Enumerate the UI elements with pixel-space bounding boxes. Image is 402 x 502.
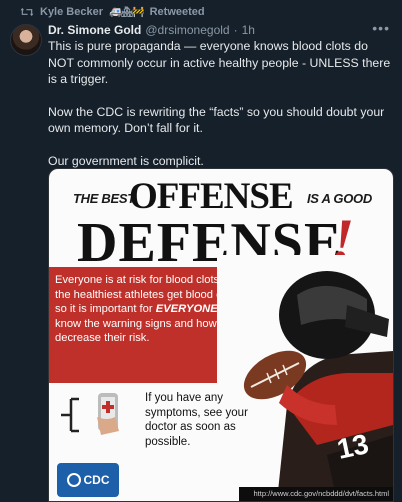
tweet-body: This is pure propaganda — everyone knows… xyxy=(48,38,394,185)
jersey-number: 13 xyxy=(334,428,371,465)
retweet-context: Kyle Becker 🚑🏘🚧 Retweeted xyxy=(20,4,205,20)
bracket-icon xyxy=(61,397,79,433)
tweet-paragraph: Now the CDC is rewriting the “facts” so … xyxy=(48,104,385,136)
tweet-header: Dr. Simone Gold @drsimonegold · 1h xyxy=(48,21,390,39)
football-player-illustration: 13 xyxy=(217,255,393,501)
headline-the-best: THE BEST xyxy=(73,191,135,206)
headline-offense: OFFENSE xyxy=(129,176,294,217)
retweeted-label: Retweeted xyxy=(149,6,205,18)
tweet-paragraph: This is pure propaganda — everyone knows… xyxy=(48,39,391,86)
cdc-logo-text: CDC xyxy=(83,473,110,487)
retweeter-emojis: 🚑🏘🚧 xyxy=(109,6,145,18)
hhs-seal-icon xyxy=(66,473,81,487)
tweet-time[interactable]: 1h xyxy=(242,23,255,37)
tweet-media-image[interactable]: THE BEST OFFENSE IS A GOOD DEFENSE ! Eve… xyxy=(48,168,394,502)
phone-medical-icon xyxy=(97,393,119,435)
more-options-icon[interactable]: ••• xyxy=(372,20,390,36)
red-text-emphasis: EVERYONE xyxy=(155,303,218,316)
author-name[interactable]: Dr. Simone Gold xyxy=(48,23,141,37)
retweet-icon xyxy=(20,7,34,17)
tweet-paragraph: Our government is complicit. xyxy=(48,153,204,168)
cdc-logo: CDC xyxy=(57,463,119,497)
source-url: http://www.cdc.gov/ncbddd/dvt/facts.html xyxy=(239,487,393,501)
headline-is-a-good: IS A GOOD xyxy=(307,191,372,206)
meta-separator: · xyxy=(233,23,238,37)
author-avatar[interactable] xyxy=(10,24,42,56)
author-handle[interactable]: @drsimonegold xyxy=(145,23,229,37)
symptom-advice-text: If you have any symptoms, see your docto… xyxy=(145,392,248,448)
retweeter-name[interactable]: Kyle Becker xyxy=(40,6,103,18)
